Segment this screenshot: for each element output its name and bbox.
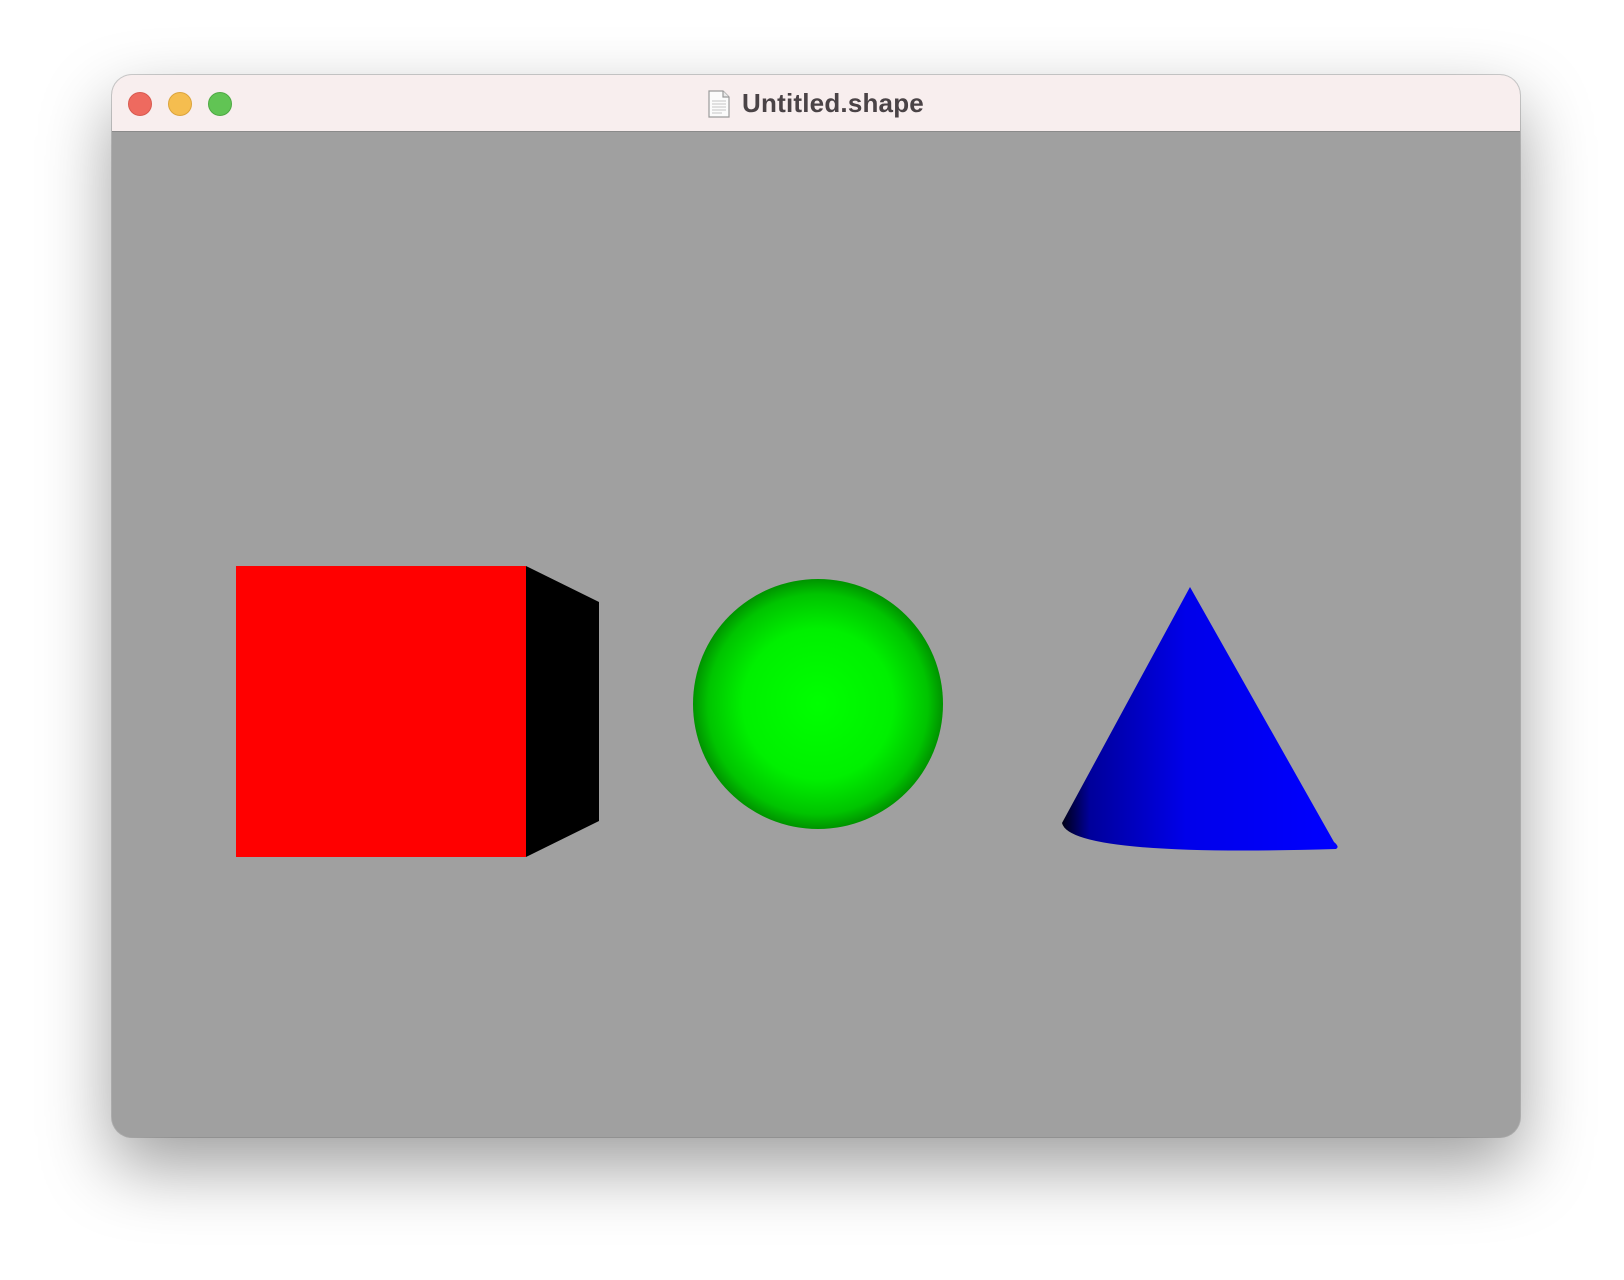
- scene-svg: [236, 566, 1338, 857]
- sphere-shape[interactable]: [693, 579, 943, 829]
- document-icon: [708, 89, 730, 118]
- cube-side-face: [526, 566, 599, 857]
- title-bar[interactable]: Untitled.shape: [112, 75, 1520, 132]
- app-window: Untitled.shape: [112, 75, 1520, 1137]
- window-title: Untitled.shape: [742, 88, 924, 118]
- cone-shape[interactable]: [1062, 587, 1338, 851]
- cube-front-face: [236, 566, 526, 857]
- cone-body: [1062, 587, 1338, 851]
- sphere-body: [693, 579, 943, 829]
- cube-shape[interactable]: [236, 566, 599, 857]
- title-group: Untitled.shape: [112, 75, 1520, 132]
- scene-canvas[interactable]: [112, 132, 1520, 1137]
